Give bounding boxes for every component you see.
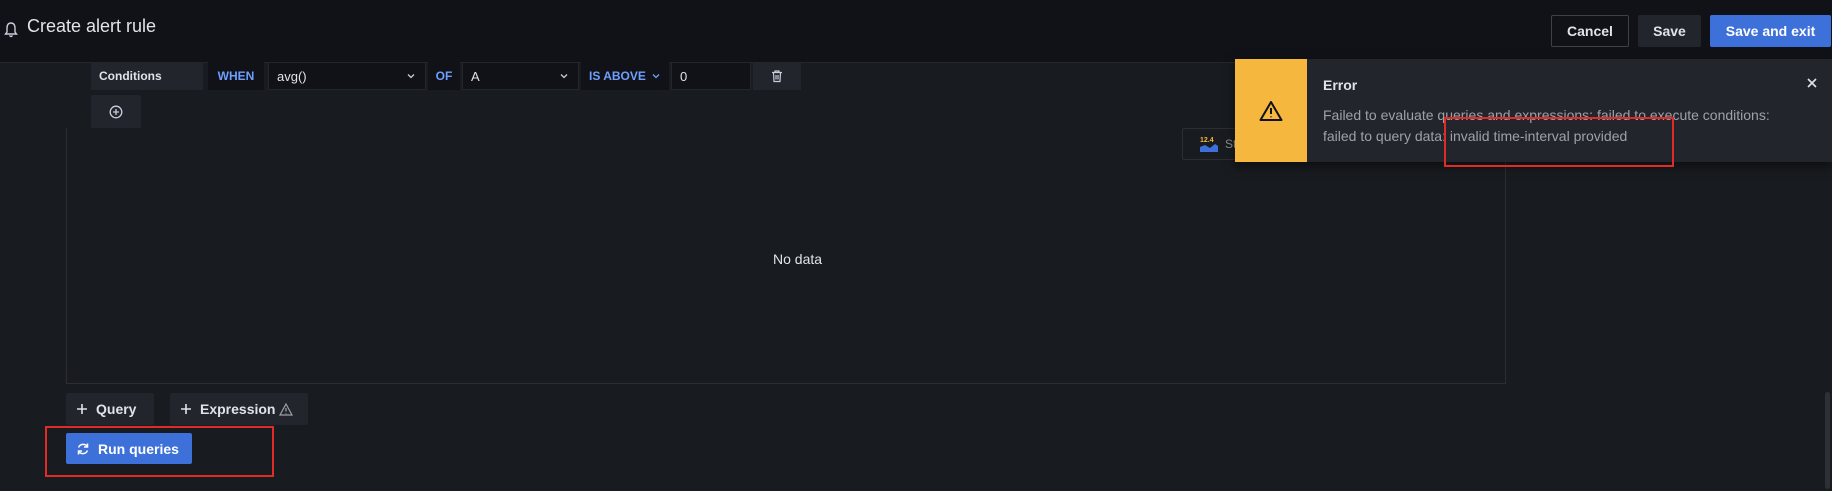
of-keyword: OF — [428, 62, 460, 90]
query-value: A — [471, 68, 480, 84]
plus-icon — [181, 404, 191, 414]
highlight-run-queries — [45, 426, 274, 477]
delete-condition-button[interactable] — [753, 62, 801, 90]
highlight-error-text — [1444, 117, 1674, 167]
chevron-down-icon — [560, 74, 568, 79]
stat-icon: 12.4 — [1200, 137, 1218, 152]
add-query-button[interactable]: Query — [66, 393, 154, 425]
chevron-down-icon — [652, 74, 660, 79]
save-and-exit-button[interactable]: Save and exit — [1710, 15, 1831, 47]
reducer-value: avg() — [277, 68, 307, 84]
warning-icon — [279, 402, 294, 416]
add-condition-button[interactable] — [91, 95, 141, 128]
top-bar: Create alert rule Cancel Save Save and e… — [0, 0, 1832, 63]
add-expression-button[interactable]: Expression — [170, 393, 308, 425]
toast-title: Error — [1323, 77, 1358, 93]
stat-badge-text: 12.4 — [1200, 137, 1214, 144]
cancel-button[interactable]: Cancel — [1551, 15, 1629, 47]
warning-icon — [1259, 100, 1283, 121]
plus-icon — [77, 404, 87, 414]
visualization-toggle[interactable]: 12.4 St — [1182, 128, 1242, 160]
plus-circle-icon — [109, 105, 123, 118]
bell-icon — [4, 22, 18, 38]
page-title: Create alert rule — [27, 16, 157, 36]
evaluator-select[interactable]: IS ABOVE — [581, 62, 669, 90]
threshold-input[interactable]: 0 — [671, 62, 751, 90]
toast-icon-box — [1235, 59, 1307, 162]
reducer-select[interactable]: avg() — [268, 62, 426, 90]
query-select[interactable]: A — [462, 62, 579, 90]
expression-button-label: Expression — [200, 401, 276, 417]
evaluator-value: IS ABOVE — [589, 69, 646, 83]
when-keyword: WHEN — [208, 62, 264, 90]
query-button-label: Query — [96, 401, 137, 417]
trash-icon — [772, 70, 782, 83]
save-button[interactable]: Save — [1638, 15, 1701, 47]
chevron-down-icon — [407, 74, 415, 79]
no-data-text: No data — [773, 251, 823, 267]
scrollbar[interactable] — [1825, 392, 1830, 489]
close-icon[interactable] — [1806, 77, 1818, 89]
conditions-label: Conditions — [91, 62, 203, 90]
